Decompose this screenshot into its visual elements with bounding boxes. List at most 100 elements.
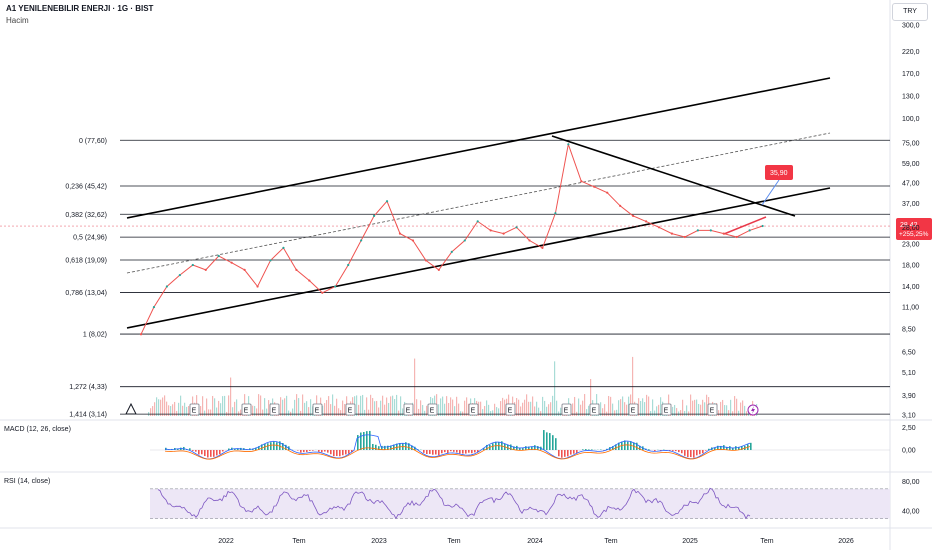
x-tick-label: 2026 <box>838 538 854 545</box>
volume-bar <box>498 408 500 416</box>
macd-histogram-bar <box>267 443 269 450</box>
volume-bar <box>734 396 736 416</box>
price-point <box>360 239 363 242</box>
volume-bar <box>646 394 648 416</box>
y-tick-label: 6,50 <box>902 349 916 356</box>
earnings-marker-label: E <box>631 408 636 415</box>
price-point <box>554 212 557 215</box>
volume-bar <box>732 411 734 416</box>
volume-bar <box>300 410 302 416</box>
macd-histogram-bar <box>429 450 431 454</box>
macd-histogram-bar <box>702 450 704 454</box>
earnings-marker-label: E <box>564 408 569 415</box>
macd-histogram-bar <box>474 450 476 453</box>
y-tick-label: 100,0 <box>902 116 920 123</box>
macd-histogram-bar <box>552 435 554 450</box>
volume-bar <box>584 394 586 416</box>
volume-bar <box>694 399 696 416</box>
macd-histogram-bar <box>318 450 320 452</box>
price-point <box>373 214 376 217</box>
y-tick-label: 130,0 <box>902 94 920 101</box>
volume-bar <box>414 358 416 416</box>
macd-histogram-bar <box>441 450 443 454</box>
volume-bar <box>538 407 540 416</box>
volume-bar <box>236 399 238 416</box>
volume-bar <box>308 407 310 416</box>
macd-histogram-bar <box>696 450 698 456</box>
macd-histogram-bar <box>591 449 593 450</box>
volume-bar <box>268 400 270 416</box>
price-chart[interactable]: 0 (77,60) 0,236 (45,42) 0,382 (32,62) 0,5 (… <box>0 0 932 550</box>
volume-bar <box>222 396 224 416</box>
volume-bar <box>450 397 452 416</box>
volume-bar <box>238 411 240 416</box>
volume-bar <box>454 406 456 416</box>
macd-histogram-bar <box>570 450 572 455</box>
macd-histogram-bar <box>681 450 683 454</box>
macd-histogram-bar <box>324 450 326 452</box>
volume-bar <box>302 394 304 416</box>
price-point <box>657 226 661 229</box>
volume-bar <box>602 408 604 416</box>
volume-bar <box>216 407 218 416</box>
macd-histogram-bar <box>447 450 449 454</box>
volume-bar <box>452 399 454 416</box>
support-line <box>723 216 767 235</box>
macd-histogram-bar <box>360 432 362 450</box>
volume-bar <box>380 400 382 416</box>
volume-bar <box>424 410 426 416</box>
macd-histogram-bar <box>207 450 209 458</box>
volume-bar <box>746 411 748 416</box>
volume-bar <box>262 409 264 416</box>
volume-bar <box>402 408 404 416</box>
price-point <box>334 285 337 288</box>
macd-histogram-bar <box>543 430 545 450</box>
earnings-marker-label: E <box>430 408 435 415</box>
volume-bar <box>560 407 562 416</box>
volume-bar <box>328 396 330 416</box>
price-point <box>282 246 285 249</box>
volume-bar <box>206 398 208 416</box>
volume-bar <box>692 400 694 416</box>
volume-bar <box>614 410 616 416</box>
volume-bar <box>336 398 338 416</box>
volume-bar <box>582 400 584 416</box>
y-tick-label: 300,0 <box>902 22 920 29</box>
macd-histogram-bar <box>558 450 560 457</box>
price-point <box>256 285 259 288</box>
macd-y-tick: 0,00 <box>902 448 916 455</box>
volume-bar <box>654 410 656 416</box>
macd-title: MACD (12, 26, close) <box>4 426 71 433</box>
price-point <box>398 232 402 235</box>
volume-bar <box>730 399 732 416</box>
macd-histogram-bar <box>366 431 368 450</box>
macd-histogram-bar <box>690 450 692 458</box>
earnings-marker-label: E <box>348 408 353 415</box>
macd-histogram-bar <box>303 450 305 453</box>
volume-bar <box>180 395 182 416</box>
volume-bar <box>460 411 462 416</box>
macd-histogram-bar <box>522 448 524 450</box>
macd-histogram-bar <box>588 449 590 450</box>
volume-bar <box>162 397 164 416</box>
volume-bar <box>652 399 654 416</box>
x-tick-label: Tem <box>604 538 617 545</box>
y-tick-label: 23,00 <box>902 242 920 249</box>
volume-bar <box>260 395 262 416</box>
volume-bar <box>446 396 448 416</box>
volume-bar <box>706 394 708 416</box>
macd-histogram-bar <box>555 438 557 450</box>
macd-histogram-bar <box>270 442 272 450</box>
volume-bar <box>266 408 268 416</box>
macd-histogram-bar <box>699 450 701 455</box>
y-tick-label: 3,90 <box>902 393 916 400</box>
volume-bar <box>526 394 528 416</box>
volume-bar <box>650 411 652 416</box>
volume-bar <box>296 394 298 416</box>
volume-bar <box>382 395 384 416</box>
price-point <box>152 305 156 309</box>
price-point <box>489 229 492 232</box>
price-point <box>670 232 674 235</box>
price-point <box>385 200 389 203</box>
volume-bar <box>516 398 518 416</box>
